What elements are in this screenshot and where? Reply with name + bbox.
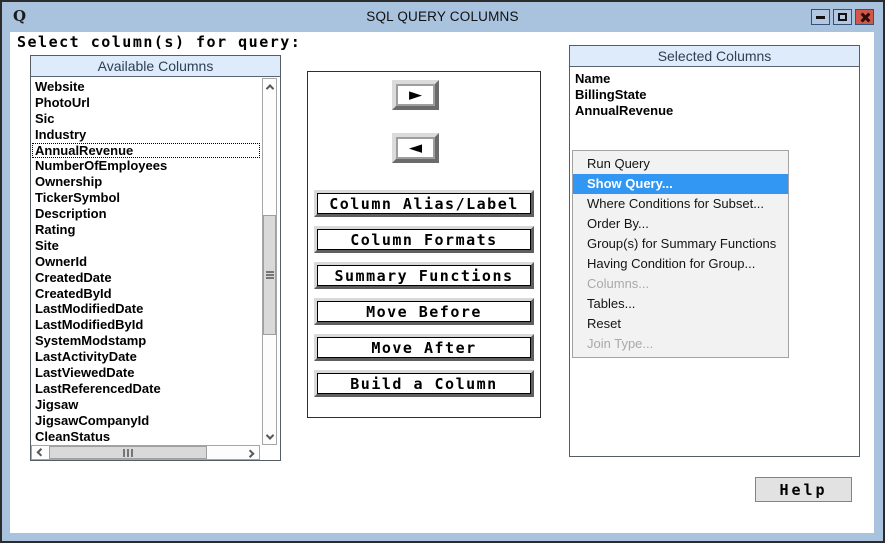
scroll-up-button[interactable]	[263, 79, 276, 94]
minimize-button[interactable]	[811, 9, 830, 25]
help-button[interactable]: Help	[755, 477, 852, 502]
list-item-systemmodstamp[interactable]: SystemModstamp	[32, 333, 260, 349]
list-item-lastmodifieddate[interactable]: LastModifiedDate	[32, 301, 260, 317]
build-a-column-button[interactable]: Build a Column	[314, 370, 534, 397]
move-left-button[interactable]: ◄	[392, 133, 439, 163]
window-controls	[811, 9, 874, 25]
list-item-lastmodifiedbyid[interactable]: LastModifiedById	[32, 317, 260, 333]
summary-functions-button[interactable]: Summary Functions	[314, 262, 534, 289]
move-left-icon: ◄	[398, 139, 433, 157]
dialog-window: Q SQL QUERY COLUMNS Select column(s) for…	[0, 0, 885, 543]
list-item-createdbyid[interactable]: CreatedById	[32, 286, 260, 302]
chevron-down-icon	[265, 431, 273, 439]
close-button[interactable]	[855, 9, 874, 25]
button-label: Build a Column	[317, 373, 531, 394]
column-alias-label-button[interactable]: Column Alias/Label	[314, 190, 534, 217]
menu-item-show-query[interactable]: Show Query...	[573, 174, 788, 194]
chevron-right-icon	[246, 449, 254, 457]
grip-icon	[266, 274, 274, 276]
maximize-icon	[838, 13, 847, 21]
list-item-createddate[interactable]: CreatedDate	[32, 270, 260, 286]
list-item-ownerid[interactable]: OwnerId	[32, 254, 260, 270]
horizontal-scrollbar-thumb[interactable]	[49, 446, 207, 459]
list-item-billingstate[interactable]: BillingState	[570, 87, 859, 103]
list-item-cleanstatus[interactable]: CleanStatus	[32, 429, 260, 444]
menu-item-reset[interactable]: Reset	[573, 314, 788, 334]
menu-item-run-query[interactable]: Run Query	[573, 154, 788, 174]
list-item-numberofemployees[interactable]: NumberOfEmployees	[32, 158, 260, 174]
close-icon	[860, 12, 870, 22]
menu-item-join-type: Join Type...	[573, 334, 788, 354]
menu-item-having-condition-for-group[interactable]: Having Condition for Group...	[573, 254, 788, 274]
list-item-annualrevenue[interactable]: AnnualRevenue	[32, 143, 260, 159]
move-after-button[interactable]: Move After	[314, 334, 534, 361]
list-item-description[interactable]: Description	[32, 206, 260, 222]
context-menu: Run QueryShow Query...Where Conditions f…	[572, 150, 789, 358]
move-right-icon: ►	[398, 86, 433, 104]
list-item-jigsaw[interactable]: Jigsaw	[32, 397, 260, 413]
vertical-scrollbar-thumb[interactable]	[263, 215, 276, 335]
list-item-lastreferenceddate[interactable]: LastReferencedDate	[32, 381, 260, 397]
move-before-button[interactable]: Move Before	[314, 298, 534, 325]
transfer-panel: ► ◄ Column Alias/Label Column Formats Summ…	[307, 71, 541, 418]
button-label: Column Formats	[317, 229, 531, 250]
selected-columns-header: Selected Columns	[570, 46, 859, 67]
move-right-button[interactable]: ►	[392, 80, 439, 110]
available-columns-listbox[interactable]: WebsitePhotoUrlSicIndustryAnnualRevenueN…	[32, 78, 260, 444]
prompt-label: Select column(s) for query:	[17, 33, 301, 51]
column-formats-button[interactable]: Column Formats	[314, 226, 534, 253]
scroll-down-button[interactable]	[263, 429, 276, 444]
list-item-rating[interactable]: Rating	[32, 222, 260, 238]
list-item-sic[interactable]: Sic	[32, 111, 260, 127]
transfer-buttons: Column Alias/Label Column Formats Summary …	[308, 190, 540, 406]
list-item-photourl[interactable]: PhotoUrl	[32, 95, 260, 111]
titlebar[interactable]: Q SQL QUERY COLUMNS	[2, 2, 883, 32]
button-label: Move Before	[317, 301, 531, 322]
button-label: Move After	[317, 337, 531, 358]
list-item-jigsawcompanyid[interactable]: JigsawCompanyId	[32, 413, 260, 429]
scroll-left-button[interactable]	[32, 446, 48, 459]
horizontal-scrollbar[interactable]	[31, 445, 260, 460]
list-item-industry[interactable]: Industry	[32, 127, 260, 143]
chevron-left-icon	[36, 448, 44, 456]
list-item-name[interactable]: Name	[570, 71, 859, 87]
menu-item-order-by[interactable]: Order By...	[573, 214, 788, 234]
window-title: SQL QUERY COLUMNS	[2, 9, 883, 24]
maximize-button[interactable]	[833, 9, 852, 25]
list-item-site[interactable]: Site	[32, 238, 260, 254]
button-label: Summary Functions	[317, 265, 531, 286]
list-item-lastactivitydate[interactable]: LastActivityDate	[32, 349, 260, 365]
minimize-icon	[816, 16, 825, 19]
menu-item-tables[interactable]: Tables...	[573, 294, 788, 314]
menu-item-columns: Columns...	[573, 274, 788, 294]
available-columns-panel: Available Columns WebsitePhotoUrlSicIndu…	[30, 55, 281, 461]
list-item-annualrevenue[interactable]: AnnualRevenue	[570, 103, 859, 119]
list-item-tickersymbol[interactable]: TickerSymbol	[32, 190, 260, 206]
list-item-website[interactable]: Website	[32, 79, 260, 95]
available-columns-header: Available Columns	[31, 56, 280, 77]
list-item-ownership[interactable]: Ownership	[32, 174, 260, 190]
dialog-content: Select column(s) for query: Available Co…	[10, 32, 874, 533]
chevron-up-icon	[265, 84, 273, 92]
menu-item-group-s-for-summary-functions[interactable]: Group(s) for Summary Functions	[573, 234, 788, 254]
list-item-lastvieweddate[interactable]: LastViewedDate	[32, 365, 260, 381]
grip-icon	[127, 449, 129, 457]
vertical-scrollbar[interactable]	[262, 78, 277, 445]
menu-item-where-conditions-for-subset[interactable]: Where Conditions for Subset...	[573, 194, 788, 214]
button-label: Column Alias/Label	[317, 193, 531, 214]
scroll-right-button[interactable]	[243, 446, 259, 459]
